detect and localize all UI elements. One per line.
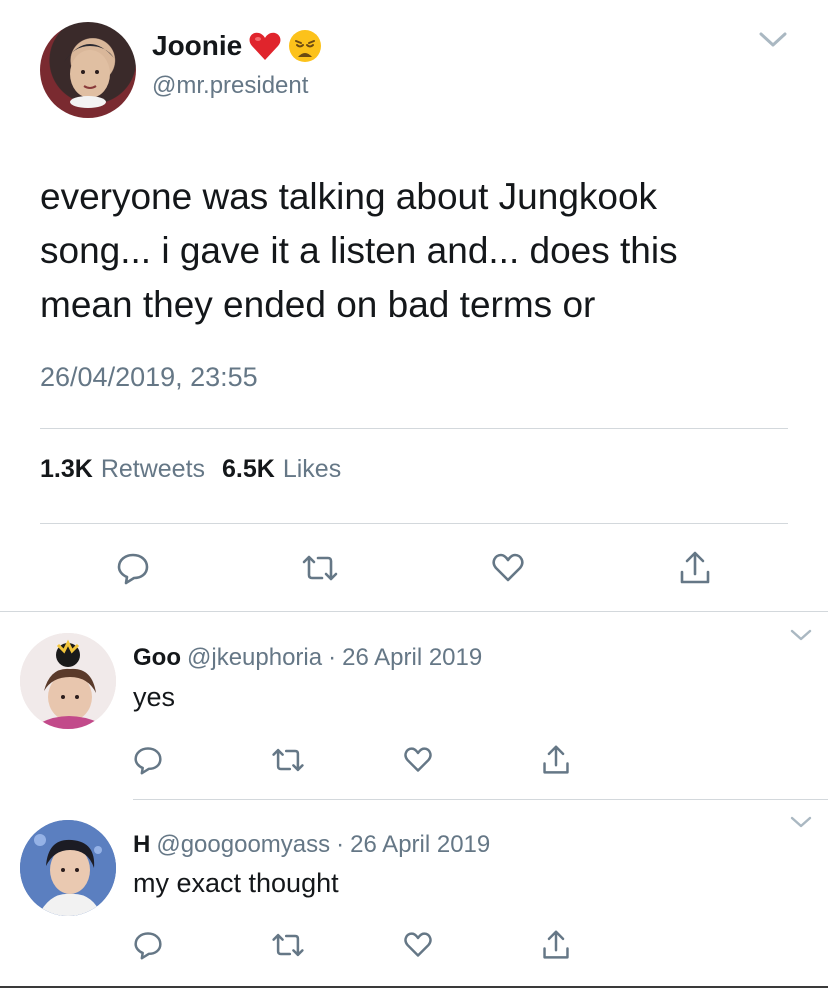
divider — [40, 428, 788, 429]
reply-author-name[interactable]: Goo — [133, 644, 181, 672]
author-handle[interactable]: @mr.president — [152, 72, 308, 100]
reply-header: H @googoomyass · 26 April 2019 — [133, 831, 490, 859]
author-display-name[interactable]: Joonie — [152, 30, 242, 62]
likes-label: Likes — [282, 455, 342, 483]
like-icon — [404, 747, 432, 772]
red-heart-emoji-icon — [249, 32, 281, 60]
reply-text: yes — [133, 682, 176, 712]
like-icon — [404, 932, 432, 957]
retweets-label: Retweets — [100, 455, 206, 483]
reply-icon — [117, 553, 149, 585]
retweet-button[interactable] — [268, 925, 308, 965]
reply-avatar[interactable] — [20, 633, 116, 729]
share-icon — [543, 930, 569, 959]
tweet-stats: 1.3K Retweets 6.5K Likes — [40, 455, 341, 484]
avatar-photo — [64, 43, 114, 108]
dot-separator: · — [328, 644, 337, 671]
tweet-text-line: song... i gave it a listen and... does t… — [40, 230, 678, 271]
author-name-row: Joonie — [152, 29, 322, 63]
likes-count: 6.5K — [222, 455, 275, 483]
reply-author-handle[interactable]: @googoomyass — [156, 831, 330, 859]
tweet-text: everyone was talking about Jungkook song… — [40, 170, 678, 332]
share-button[interactable] — [536, 925, 576, 965]
reply-icon — [134, 747, 162, 775]
dot-separator: · — [336, 831, 345, 858]
tweet-menu-button[interactable] — [757, 30, 789, 54]
chevron-down-icon — [759, 32, 787, 47]
reply-avatar[interactable] — [20, 820, 116, 916]
reply-header: Goo @jkeuphoria · 26 April 2019 — [133, 644, 482, 672]
tweet-timestamp: 26/04/2019, 23:55 — [40, 362, 258, 392]
share-icon — [543, 745, 569, 774]
reply-author-handle[interactable]: @jkeuphoria — [187, 644, 322, 672]
reply-button[interactable] — [128, 740, 168, 780]
tweet-text-line: everyone was talking about Jungkook — [40, 176, 658, 217]
retweets-count: 1.3K — [40, 455, 93, 483]
reply-date: 26 April 2019 — [342, 644, 483, 671]
retweets-stat[interactable]: 1.3K Retweets — [40, 455, 205, 484]
divider — [0, 986, 828, 988]
retweet-button[interactable] — [268, 740, 308, 780]
like-icon — [492, 553, 524, 582]
chevron-down-icon — [790, 816, 812, 828]
reply-icon — [134, 932, 162, 960]
tweet-text-line: mean they ended on bad terms or — [40, 284, 596, 325]
reply-button[interactable] — [128, 925, 168, 965]
avatar-photo — [20, 633, 116, 729]
like-button[interactable] — [488, 548, 528, 588]
reply-menu-button[interactable] — [789, 628, 813, 646]
retweet-button[interactable] — [300, 548, 340, 588]
retweet-icon — [272, 748, 304, 772]
retweet-icon — [302, 555, 338, 581]
likes-stat[interactable]: 6.5K Likes — [222, 455, 341, 484]
reply-text: my exact thought — [133, 868, 339, 898]
retweet-icon — [272, 933, 304, 957]
share-icon — [680, 551, 710, 584]
reply-menu-button[interactable] — [789, 815, 813, 833]
reply-button[interactable] — [113, 548, 153, 588]
reply-author-name[interactable]: H — [133, 831, 150, 859]
divider — [0, 611, 828, 612]
divider — [133, 799, 828, 800]
share-button[interactable] — [675, 548, 715, 588]
share-button[interactable] — [536, 740, 576, 780]
chevron-down-icon — [790, 629, 812, 641]
reply-date: 26 April 2019 — [350, 831, 491, 858]
like-button[interactable] — [398, 740, 438, 780]
like-button[interactable] — [398, 925, 438, 965]
weary-face-emoji-icon — [289, 30, 322, 62]
avatar-photo — [20, 820, 116, 916]
author-avatar[interactable] — [40, 22, 136, 118]
divider — [40, 523, 788, 524]
